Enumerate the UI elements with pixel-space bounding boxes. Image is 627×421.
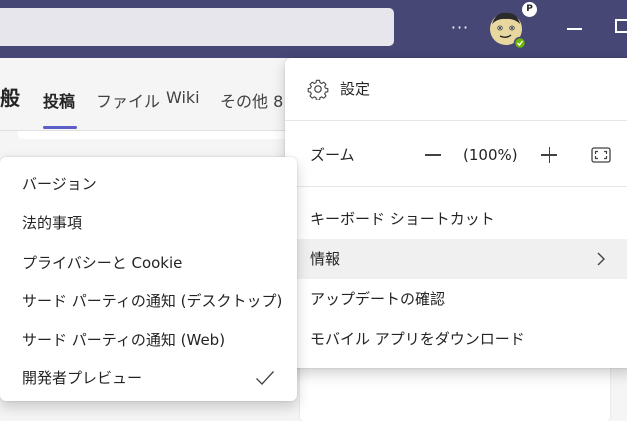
post-card-right: [300, 361, 610, 421]
submenu-item-label: 開発者プレビュー: [22, 369, 143, 387]
submenu-item-label: 法的事項: [22, 214, 83, 232]
tab-wiki[interactable]: Wiki: [166, 88, 200, 107]
menu-item-label: 設定: [340, 80, 371, 98]
submenu-item-third-party-desktop[interactable]: サード パーティの通知 (デスクトップ): [0, 281, 297, 321]
checkmark-icon: [256, 371, 274, 385]
gear-icon: [307, 79, 329, 100]
menu-item-label: キーボード ショートカット: [310, 210, 495, 228]
plus-icon[interactable]: [538, 135, 560, 175]
zoom-value: (100%): [463, 146, 518, 164]
submenu-item-label: バージョン: [22, 175, 97, 193]
menu-item-settings[interactable]: 設定: [285, 69, 627, 109]
avatar[interactable]: P: [486, 2, 537, 50]
menu-item-zoom: ズーム (100%): [285, 135, 627, 175]
submenu-item-version[interactable]: バージョン: [0, 164, 297, 204]
menu-divider: [285, 120, 627, 121]
menu-item-label: モバイル アプリをダウンロード: [310, 330, 525, 348]
submenu-item-label: サード パーティの通知 (Web): [22, 331, 226, 349]
menu-item-label: アップデートの確認: [310, 290, 446, 308]
submenu-item-privacy-cookies[interactable]: プライバシーと Cookie: [0, 243, 297, 283]
submenu-item-third-party-web[interactable]: サード パーティの通知 (Web): [0, 320, 297, 360]
chevron-right-icon: [597, 252, 605, 266]
active-tab-indicator: [43, 126, 77, 129]
zoom-label: ズーム: [310, 146, 355, 164]
channel-title: 般: [0, 86, 20, 110]
submenu-item-developer-preview[interactable]: 開発者プレビュー: [0, 358, 297, 398]
minimize-button[interactable]: [564, 14, 586, 42]
menu-item-about[interactable]: 情報: [285, 239, 627, 279]
menu-item-check-updates[interactable]: アップデートの確認: [285, 279, 627, 319]
submenu-item-legal[interactable]: 法的事項: [0, 203, 297, 243]
menu-divider: [285, 186, 627, 187]
about-submenu: バージョン 法的事項 プライバシーと Cookie サード パーティの通知 (デ…: [0, 157, 297, 401]
submenu-item-label: プライバシーと Cookie: [22, 254, 183, 272]
maximize-button[interactable]: [615, 19, 627, 33]
avatar-face-icon: [490, 12, 527, 50]
menu-item-keyboard-shortcuts[interactable]: キーボード ショートカット: [285, 199, 627, 239]
post-card: [18, 131, 288, 139]
submenu-item-label: サード パーティの通知 (デスクトップ): [22, 292, 283, 310]
tab-posts[interactable]: 投稿: [43, 88, 75, 112]
fullscreen-icon[interactable]: [590, 144, 612, 166]
title-bar: ··· P: [0, 0, 627, 58]
more-options-button[interactable]: ···: [445, 14, 475, 42]
tab-more[interactable]: その他 8: [220, 88, 283, 112]
tab-files[interactable]: ファイル: [96, 88, 160, 112]
minus-icon[interactable]: [421, 135, 443, 175]
search-box[interactable]: [0, 8, 394, 46]
settings-menu: 設定 ズーム (100%) キーボード ショートカット 情報 アップデートの確認…: [285, 58, 627, 368]
avatar-badge: P: [522, 2, 537, 17]
menu-item-label: 情報: [310, 250, 341, 268]
menu-item-download-mobile-app[interactable]: モバイル アプリをダウンロード: [285, 319, 627, 359]
